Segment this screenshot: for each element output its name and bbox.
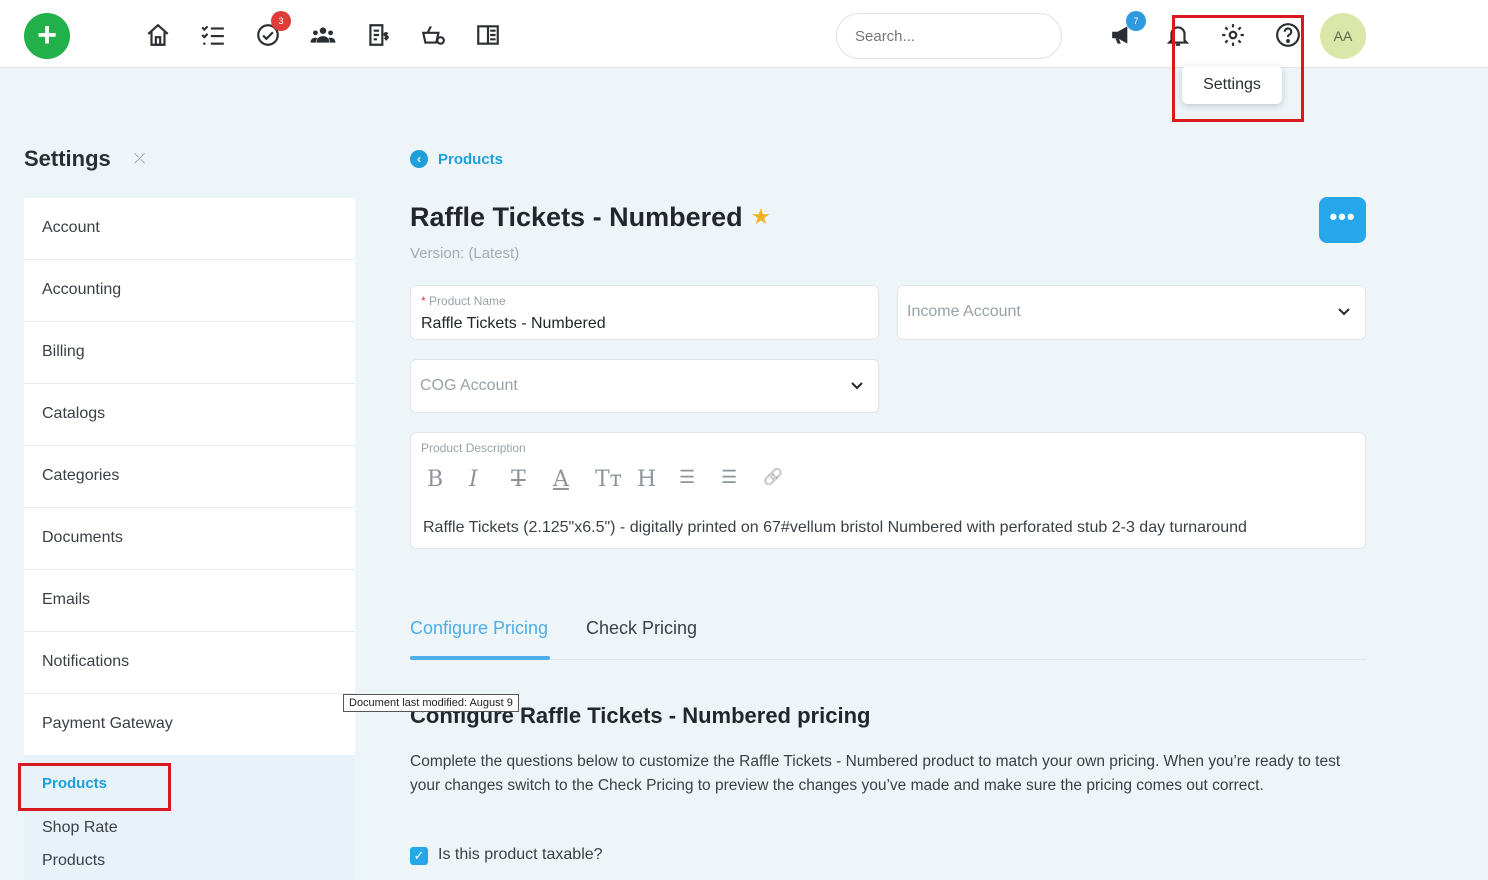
tabs-divider: [410, 659, 1366, 660]
rich-text-toolbar: B I T A Tт H ☰ ☰ 🔗: [427, 467, 805, 492]
star-icon[interactable]: ★: [751, 204, 771, 230]
text-color-icon[interactable]: A: [553, 467, 595, 492]
chevron-down-icon: [851, 382, 863, 390]
marketplace-icon[interactable]: [420, 22, 446, 48]
strikethrough-icon[interactable]: T: [511, 467, 553, 492]
sidebar-item-accounting[interactable]: Accounting: [24, 260, 355, 322]
sidebar-item-catalogs[interactable]: Catalogs: [24, 384, 355, 446]
bullet-list-icon[interactable]: ☰: [679, 467, 721, 492]
document-modified-tooltip: Document last modified: August 9: [343, 694, 519, 712]
product-description-label: Product Description: [421, 441, 526, 455]
products-highlight-box: [18, 763, 171, 811]
sidebar-subitem-shop-rate[interactable]: Shop Rate: [42, 819, 118, 837]
taxable-checkbox[interactable]: ✓: [410, 847, 428, 865]
product-name-value: Raffle Tickets - Numbered: [421, 315, 606, 332]
tab-configure-pricing[interactable]: Configure Pricing: [410, 618, 548, 639]
back-to-products-link[interactable]: ‹ Products: [410, 150, 503, 168]
back-link-label: Products: [438, 150, 504, 168]
font-size-icon[interactable]: Tт: [595, 467, 637, 492]
link-icon[interactable]: 🔗: [763, 467, 805, 492]
italic-icon[interactable]: I: [469, 467, 511, 492]
announcements-badge: 7: [1126, 11, 1146, 31]
page-title: Raffle Tickets - Numbered: [410, 202, 743, 232]
avatar[interactable]: AA: [1320, 13, 1366, 59]
collapse-icon[interactable]: ⤫: [134, 150, 145, 167]
chevron-down-icon: [1338, 308, 1350, 316]
tab-check-pricing[interactable]: Check Pricing: [586, 618, 697, 639]
active-tab-indicator: [410, 656, 550, 660]
sidebar-item-documents[interactable]: Documents: [24, 508, 355, 570]
add-button[interactable]: +: [24, 13, 70, 59]
catalog-book-icon[interactable]: [475, 22, 501, 48]
search-input[interactable]: [836, 13, 1062, 59]
sidebar-item-categories[interactable]: Categories: [24, 446, 355, 508]
back-arrow-icon: ‹: [410, 150, 428, 168]
more-actions-button[interactable]: •••: [1319, 197, 1366, 243]
tasks-badge: 3: [271, 11, 291, 31]
invoices-icon[interactable]: [365, 22, 391, 48]
home-icon[interactable]: [145, 22, 171, 48]
sidebar-item-billing[interactable]: Billing: [24, 322, 355, 384]
settings-highlight-box: [1172, 15, 1304, 122]
version-label: Version: (Latest): [410, 245, 520, 262]
cog-account-placeholder: COG Account: [420, 377, 518, 394]
income-account-placeholder: Income Account: [907, 303, 1021, 320]
customers-icon[interactable]: [310, 22, 336, 48]
product-description-text[interactable]: Raffle Tickets (2.125"x6.5") - digitally…: [423, 519, 1247, 537]
task-list-icon[interactable]: [200, 22, 226, 48]
pricing-section-description: Complete the questions below to customiz…: [410, 753, 1341, 794]
product-name-field[interactable]: * Product Name Raffle Tickets - Numbered: [410, 285, 879, 340]
product-name-label: * Product Name: [421, 294, 506, 308]
income-account-select[interactable]: Income Account: [897, 285, 1366, 340]
sidebar-item-notifications[interactable]: Notifications: [24, 632, 355, 694]
sidebar-item-payment-gateway[interactable]: Payment Gateway: [24, 694, 355, 756]
bold-icon[interactable]: B: [427, 467, 469, 492]
sidebar-item-account[interactable]: Account: [24, 198, 355, 260]
cog-account-select[interactable]: COG Account: [410, 359, 879, 413]
numbered-list-icon[interactable]: ☰: [721, 467, 763, 492]
product-description-editor[interactable]: Product Description B I T A Tт H ☰ ☰ 🔗 R…: [410, 432, 1366, 549]
sidebar-item-emails[interactable]: Emails: [24, 570, 355, 632]
sidebar-subitem-products[interactable]: Products: [42, 852, 105, 870]
taxable-label: Is this product taxable?: [438, 846, 603, 863]
sidebar-list: Account Accounting Billing Catalogs Cate…: [24, 198, 355, 756]
heading-icon[interactable]: H: [637, 467, 679, 492]
sidebar-title: Settings: [24, 146, 111, 171]
